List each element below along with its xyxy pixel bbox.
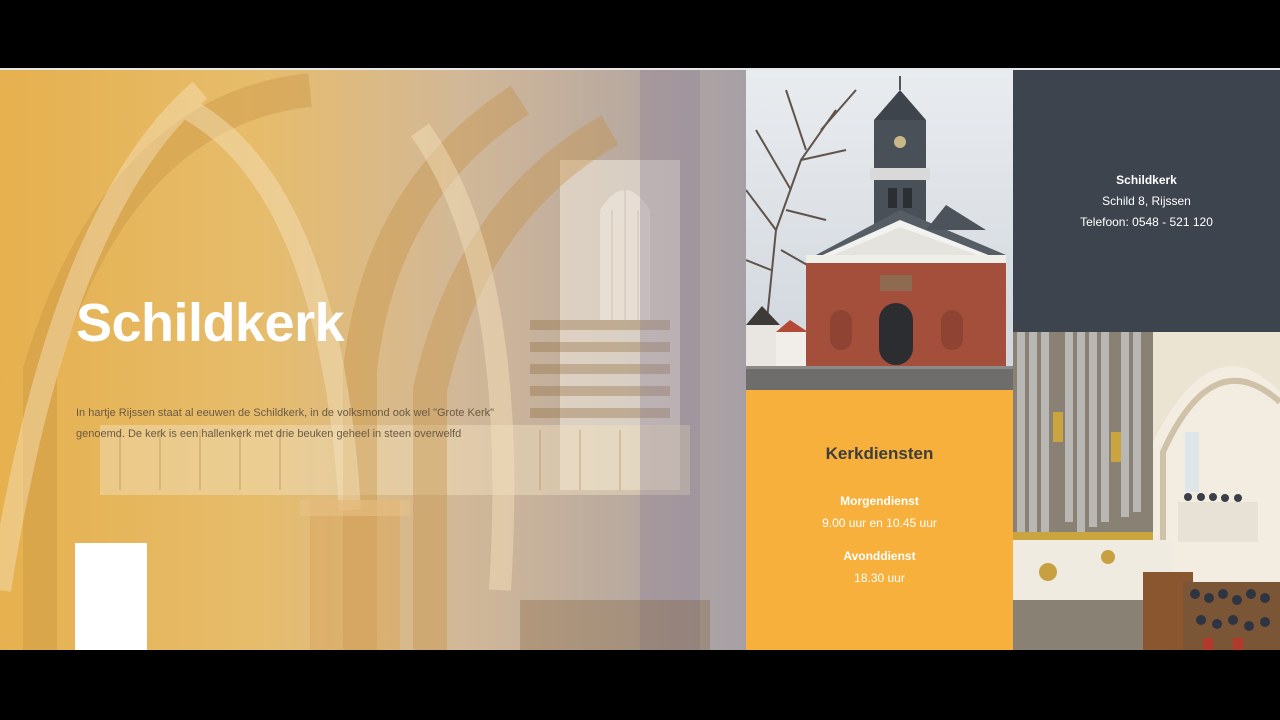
contact-info-panel: Schildkerk Schild 8, Rijssen Telefoon: 0… — [1013, 70, 1280, 332]
service-time: 9.00 uur en 10.45 uur — [822, 516, 937, 530]
page-title: Schildkerk — [76, 293, 345, 353]
church-exterior-image — [746, 70, 1013, 390]
organ-illustration — [1013, 332, 1280, 650]
white-accent-block — [75, 543, 147, 650]
intro-text: In hartje Rijssen staat al eeuwen de Sch… — [76, 407, 495, 440]
service-evening: Avonddienst 18.30 uur — [746, 545, 1013, 589]
letterbox-top — [0, 0, 1280, 68]
services-panel: Kerkdiensten Morgendienst 9.00 uur en 10… — [746, 390, 1013, 650]
hero-section: Schildkerk In hartje Rijssen staat al ee… — [0, 70, 746, 650]
church-name: Schildkerk — [1116, 172, 1177, 187]
service-time: 18.30 uur — [854, 571, 905, 585]
church-phone: Telefoon: 0548 - 521 120 — [1080, 214, 1213, 229]
service-title: Avonddienst — [843, 549, 916, 563]
services-heading: Kerkdiensten — [825, 444, 934, 463]
service-morning: Morgendienst 9.00 uur en 10.45 uur — [746, 490, 1013, 534]
church-address: Schild 8, Rijssen — [1102, 193, 1191, 208]
letterbox-bottom — [0, 650, 1280, 720]
organ-interior-image — [1013, 332, 1280, 650]
service-title: Morgendienst — [840, 494, 919, 508]
church-exterior-illustration — [746, 70, 1013, 390]
